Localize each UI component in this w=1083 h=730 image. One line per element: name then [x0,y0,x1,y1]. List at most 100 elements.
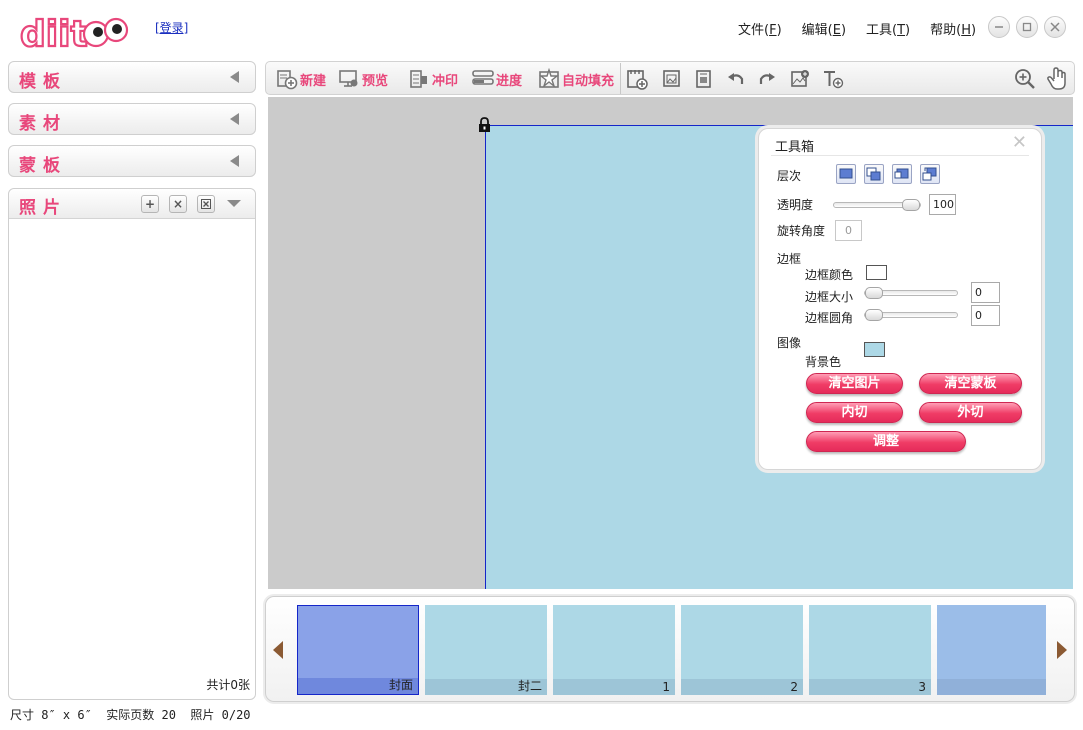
page-thumb-inside-cover[interactable]: 封二 [425,605,547,695]
toolbar-divider [620,63,621,94]
toolbox-divider [771,155,1029,156]
border-size-slider[interactable] [864,287,958,299]
menu-bar: 文件(F) 编辑(E) 工具(T) 帮助(H) [728,19,986,38]
border-radius-input[interactable]: 0 [971,305,1000,326]
border-radius-slider-knob[interactable] [865,309,883,321]
bring-forward-icon[interactable] [864,164,884,184]
photo-panel-label: 照片 [19,198,67,218]
opacity-slider[interactable] [833,199,921,211]
autofill-icon [539,68,559,89]
toolbox-panel: 工具箱 ✕ 层次 透明度 100 旋转角度 0 边框 边框颜色 边框大小 0 边… [758,128,1042,470]
page-thumb-cover[interactable]: 封面 [297,605,419,695]
preview-button[interactable]: 预览 [338,67,388,91]
close-icon[interactable]: ✕ [1012,132,1027,153]
hand-pan-icon[interactable] [1046,67,1068,90]
autofill-button[interactable]: 自动填充 [538,67,614,91]
print-label: 冲印 [432,73,459,89]
print-icon [410,70,427,88]
remove-photo-icon[interactable]: × [169,195,187,213]
sidebar-section-label: 素材 [19,114,67,134]
page-thumb-2[interactable]: 2 [681,605,803,695]
redo-icon[interactable] [756,68,778,90]
border-size-slider-knob[interactable] [865,287,883,299]
zoom-in-icon[interactable] [1014,68,1036,90]
scroll-right-icon[interactable] [1057,641,1067,659]
insert-image-frame-icon[interactable] [693,68,715,90]
opacity-slider-knob[interactable] [902,199,920,211]
menu-tools[interactable]: 工具(T) [856,19,920,38]
sidebar-section-label: 蒙板 [19,156,67,176]
maximize-icon[interactable] [1016,16,1038,38]
undo-icon[interactable] [725,68,747,90]
border-color-swatch[interactable] [866,265,887,280]
chevron-down-icon[interactable] [227,200,241,207]
send-backward-icon[interactable] [892,164,912,184]
lock-icon[interactable] [478,117,491,135]
main-toolbar: 新建 预览 冲印 进度 自动填充 [265,61,1075,95]
close-icon[interactable] [1044,16,1066,38]
new-icon [277,70,298,90]
clear-mask-button[interactable]: 清空蒙板 [919,373,1022,394]
adjust-button[interactable]: 调整 [806,431,966,452]
opacity-label: 透明度 [777,198,814,212]
clear-photos-icon[interactable] [197,195,215,213]
window-controls [988,16,1066,38]
menu-edit-key: E [832,23,841,38]
menu-tools-key: T [897,23,906,38]
bring-to-front-icon[interactable] [836,164,856,184]
menu-edit-label: 编辑( [801,23,833,38]
collapse-arrow-icon[interactable] [230,71,239,83]
thumb-caption-bar [553,679,675,695]
border-label: 边框 [777,252,802,266]
clear-photo-button[interactable]: 清空图片 [806,373,903,394]
status-size: 尺寸 8″ x 6″ [10,708,92,722]
new-label: 新建 [300,73,327,89]
thumb-label: 封二 [517,679,542,693]
page-thumb-3[interactable]: 3 [809,605,931,695]
menu-help[interactable]: 帮助(H) [920,19,986,38]
scroll-left-icon[interactable] [273,641,283,659]
photo-panel: 照片 + × 共计0张 [8,188,256,700]
menu-tools-suffix: ) [905,23,911,38]
border-radius-label: 边框圆角 [805,311,854,325]
inner-cut-button[interactable]: 内切 [806,402,903,423]
preview-label: 预览 [362,73,389,89]
image-label: 图像 [777,336,802,350]
sidebar-section-templates[interactable]: 模板 [8,61,256,93]
rotation-label: 旋转角度 [777,224,826,238]
insert-photo-icon[interactable] [661,68,683,90]
add-page-icon[interactable] [626,68,648,90]
send-to-back-icon[interactable] [920,164,940,184]
sidebar-section-materials[interactable]: 素材 [8,103,256,135]
bg-color-label: 背景色 [805,355,842,369]
menu-file[interactable]: 文件(F) [728,19,792,38]
svg-text:diit: diit [20,14,88,54]
new-button[interactable]: 新建 [276,67,326,91]
page-thumb-1[interactable]: 1 [553,605,675,695]
thumb-caption-bar [809,679,931,695]
menu-help-label: 帮助( [930,23,962,38]
progress-button[interactable]: 进度 [472,67,522,91]
minimize-icon[interactable] [988,16,1010,38]
thumb-caption-bar [937,679,1046,695]
status-photos: 照片 0/20 [190,708,251,722]
border-size-input[interactable]: 0 [971,282,1000,303]
preview-icon [339,70,358,87]
add-photo-icon[interactable]: + [141,195,159,213]
menu-edit[interactable]: 编辑(E) [792,19,856,38]
sidebar-section-masks[interactable]: 蒙板 [8,145,256,177]
rotation-input[interactable]: 0 [835,220,862,241]
login-link[interactable]: [登录] [155,19,188,36]
opacity-input[interactable]: 100 [929,194,956,215]
collapse-arrow-icon[interactable] [230,155,239,167]
print-button[interactable]: 冲印 [408,67,458,91]
collapse-arrow-icon[interactable] [230,113,239,125]
page-thumb-4[interactable] [937,605,1046,695]
bg-color-swatch[interactable] [864,342,885,357]
add-picture-icon[interactable] [789,68,811,90]
add-text-icon[interactable] [822,68,844,90]
outer-cut-button[interactable]: 外切 [919,402,1022,423]
menu-file-label: 文件( [738,23,770,38]
menu-edit-suffix: ) [840,23,847,38]
border-radius-slider[interactable] [864,309,958,321]
